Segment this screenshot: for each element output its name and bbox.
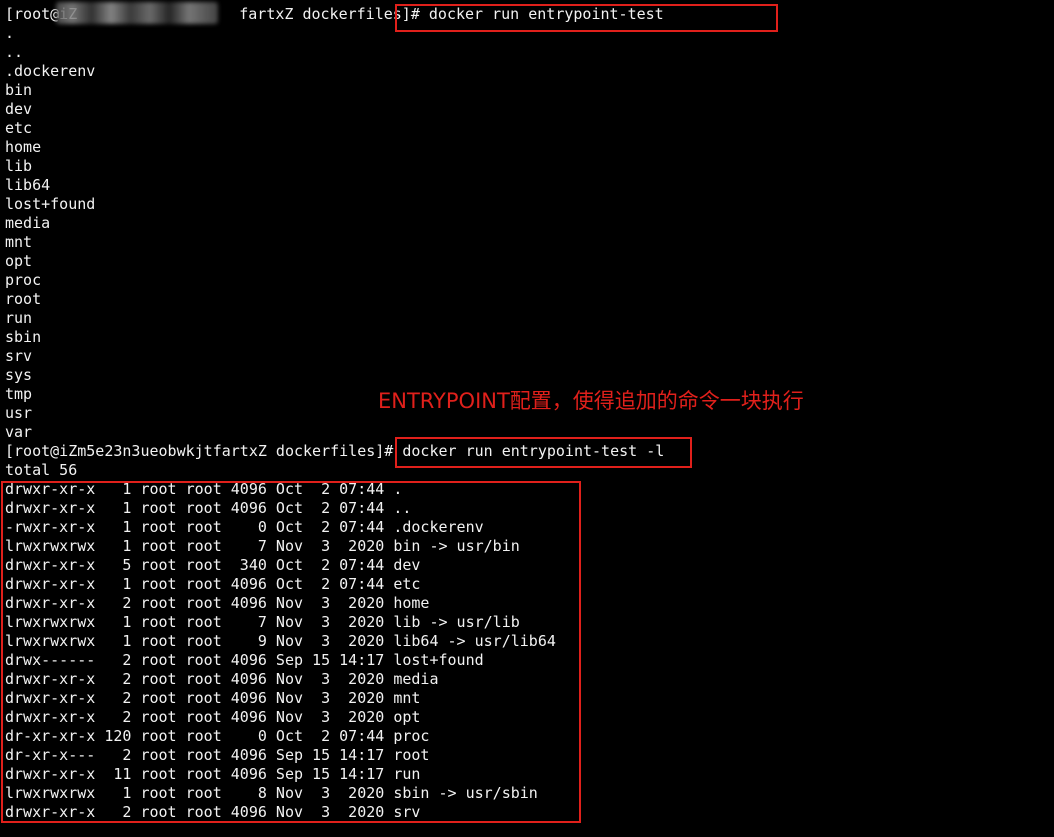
- ls-entry: dev: [5, 100, 33, 118]
- ls-entry: root: [5, 290, 42, 308]
- ls-entry: media: [5, 214, 51, 232]
- ls-entry: etc: [5, 119, 33, 137]
- ls-entry: .dockerenv: [5, 62, 96, 80]
- ls-entry: home: [5, 138, 42, 156]
- redacted-hostname: [56, 2, 218, 24]
- terminal-window[interactable]: [root@iZ fartxZ dockerfiles]# docker run …: [0, 0, 1054, 837]
- ls-entry: .: [5, 24, 15, 42]
- ls-entry: lib64: [5, 176, 51, 194]
- ls-entry: mnt: [5, 233, 33, 251]
- command2-highlight-box: [395, 437, 692, 468]
- prompt1-tail: fartxZ dockerfiles]#: [239, 5, 420, 23]
- ls-entry: usr: [5, 404, 33, 422]
- ls-entry: lost+found: [5, 195, 96, 213]
- annotation-text: ENTRYPOINT配置，使得追加的命令一块执行: [378, 389, 804, 413]
- ls-entry: opt: [5, 252, 33, 270]
- ls-entry: srv: [5, 347, 33, 365]
- ls-entry: sys: [5, 366, 33, 384]
- ls-entry: sbin: [5, 328, 42, 346]
- ls-entry: bin: [5, 81, 33, 99]
- output-highlight-box: [1, 481, 581, 823]
- ls-entry: ..: [5, 43, 24, 61]
- ls-entry: run: [5, 309, 33, 327]
- ls-entry: tmp: [5, 385, 33, 403]
- ls-entry: proc: [5, 271, 42, 289]
- total-line: total 56: [5, 461, 78, 479]
- prompt2-text: [root@iZm5e23n3ueobwkjtfartxZ dockerfile…: [5, 442, 394, 460]
- ls-entry: var: [5, 423, 33, 441]
- command1-highlight-box: [395, 4, 778, 32]
- ls-entry: lib: [5, 157, 33, 175]
